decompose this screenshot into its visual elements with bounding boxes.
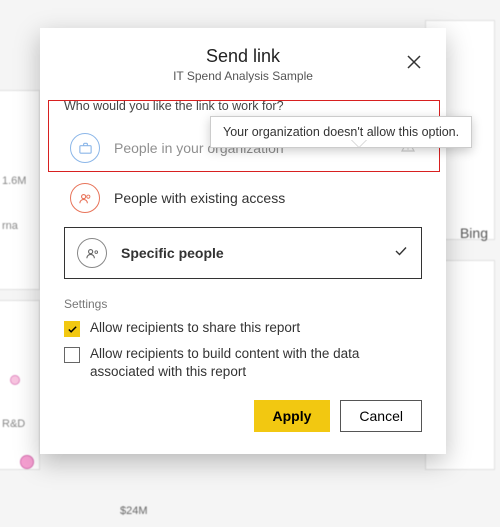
checkmark-icon [393,243,409,264]
apply-button[interactable]: Apply [254,400,331,432]
bg-value-24m: $24M [120,505,148,517]
setting-allow-build[interactable]: Allow recipients to build content with t… [64,345,422,381]
checkbox-allow-share[interactable] [64,321,80,337]
bing-attribution: Bing [460,225,488,241]
setting-allow-share[interactable]: Allow recipients to share this report [64,319,422,337]
bg-value-1-6m: 1.6M [2,175,26,187]
cancel-button[interactable]: Cancel [340,400,422,432]
settings-header: Settings [64,297,422,311]
close-button[interactable] [400,48,428,76]
disabled-option-tooltip: Your organization doesn't allow this opt… [210,116,472,148]
option-specific-people[interactable]: Specific people [64,227,422,279]
send-link-dialog: Send link IT Spend Analysis Sample Who w… [40,28,446,454]
briefcase-icon [70,133,100,163]
setting-allow-share-label: Allow recipients to share this report [90,319,300,337]
bg-label-rna: rna [2,220,18,232]
option-specific-label: Specific people [121,245,379,261]
close-icon [406,54,422,70]
person-icon [77,238,107,268]
checkbox-allow-build[interactable] [64,347,80,363]
dialog-title: Send link [64,46,422,67]
tooltip-text: Your organization doesn't allow this opt… [223,125,459,139]
dialog-subtitle: IT Spend Analysis Sample [64,69,422,83]
bg-label-rd: R&D [2,418,25,430]
link-scope-prompt: Who would you like the link to work for? [64,99,422,113]
people-icon [70,183,100,213]
option-existing-label: People with existing access [114,190,416,206]
setting-allow-build-label: Allow recipients to build content with t… [90,345,422,381]
option-existing-access[interactable]: People with existing access [64,173,422,223]
check-icon [67,324,78,335]
